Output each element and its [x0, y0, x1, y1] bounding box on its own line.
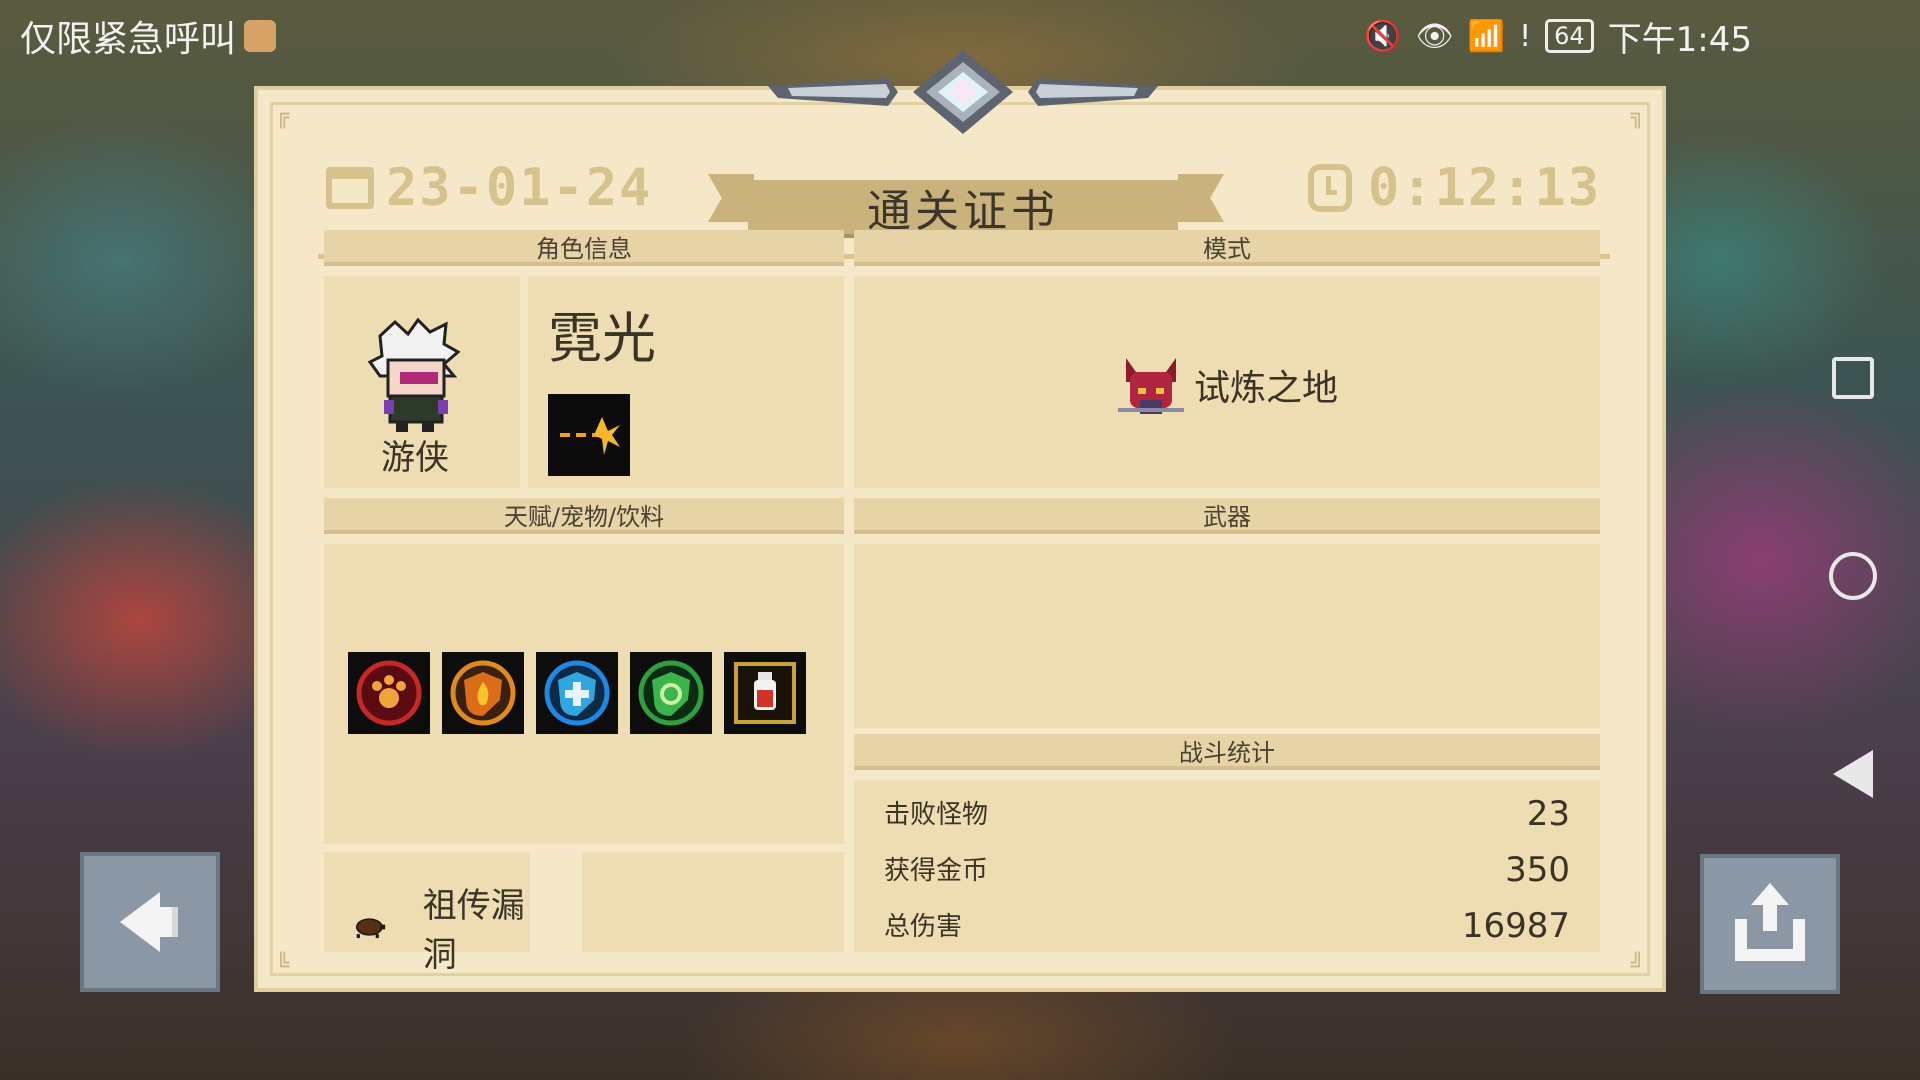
sim-card-icon	[244, 20, 277, 52]
character-section-header: 角色信息	[324, 230, 844, 266]
stat-value: 350	[1505, 850, 1570, 890]
stat-row: 总伤害 16987	[854, 906, 1600, 946]
eye-icon: 👁	[1415, 18, 1454, 54]
hero-panel: 游侠	[324, 276, 520, 488]
hero: 游侠	[360, 316, 470, 479]
mute-icon: 🔇	[1364, 18, 1402, 54]
bug-item: 祖传漏洞	[352, 878, 530, 976]
mode-panel: 试炼之地	[854, 276, 1600, 488]
carrier-text: 仅限紧急呼叫	[20, 19, 237, 60]
clock-icon	[1308, 164, 1352, 212]
calendar-icon	[326, 167, 374, 209]
skin-panel: 霓光	[528, 276, 844, 488]
clock: 下午1:45	[1607, 19, 1752, 60]
medic-shield-icon[interactable]	[536, 652, 618, 734]
combat-stats-panel: 击败怪物 23 获得金币 350 总伤害 16987	[854, 780, 1600, 952]
corner-ornament: ╝	[1630, 953, 1644, 978]
paw-talent-icon[interactable]	[348, 652, 430, 734]
clear-time: 0:12:13	[1368, 158, 1602, 218]
circle-icon	[1828, 552, 1877, 600]
talents-panel	[324, 544, 844, 844]
stat-row: 获得金币 350	[854, 850, 1600, 890]
corner-ornament: ╔	[276, 104, 290, 129]
green-shield-icon[interactable]	[630, 652, 712, 734]
status-right: 🔇 👁 📶 ! 64 下午1:45	[1364, 12, 1752, 61]
back-button[interactable]	[80, 852, 220, 992]
stat-value: 16987	[1461, 906, 1570, 946]
system-back-button[interactable]	[1829, 750, 1877, 798]
talents-section-header: 天赋/宠物/饮料	[324, 498, 844, 534]
share-button[interactable]	[1700, 854, 1840, 994]
home-button[interactable]	[1828, 552, 1877, 600]
weapons-section-header: 武器	[854, 498, 1600, 534]
recent-apps-button[interactable]	[1829, 354, 1877, 402]
wifi-icon: 📶	[1467, 18, 1506, 54]
stat-label: 总伤害	[884, 912, 963, 942]
square-icon	[1831, 357, 1874, 399]
combat-section-header: 战斗统计	[854, 734, 1600, 770]
skin-name: 霓光	[548, 307, 656, 370]
bug-label: 祖传漏洞	[422, 886, 525, 975]
skill-glyph	[560, 417, 620, 455]
back-arrow-icon	[120, 892, 178, 952]
hero-sprite-icon	[367, 317, 461, 432]
mode-item: 试炼之地	[1116, 352, 1338, 418]
time-group: 0:12:13	[1308, 158, 1601, 218]
talent-list	[348, 652, 806, 734]
stat-label: 击败怪物	[884, 800, 989, 830]
corner-ornament: ╚	[276, 953, 290, 978]
mode-section-header: 模式	[854, 230, 1600, 266]
dash-skill-icon	[548, 394, 630, 476]
stat-value: 23	[1526, 794, 1570, 834]
corner-ornament: ╗	[1630, 104, 1644, 129]
weapons-panel	[854, 544, 1600, 728]
triangle-back-icon	[1832, 750, 1873, 798]
potion-drink-icon[interactable]	[724, 652, 806, 734]
bug-panel: 祖传漏洞	[324, 852, 530, 975]
sim-alert-icon: !	[1519, 18, 1532, 54]
diamond-crest-icon	[768, 50, 1158, 134]
clear-date: 23-01-24	[386, 158, 653, 218]
demon-mode-icon	[1118, 358, 1184, 414]
stat-label: 获得金币	[884, 856, 989, 886]
date-group: 23-01-24	[326, 158, 652, 218]
status-left: 仅限紧急呼叫	[20, 10, 277, 62]
empty-slot-panel	[582, 852, 844, 952]
battery-icon: 64	[1545, 19, 1594, 53]
mode-name: 试炼之地	[1194, 368, 1339, 409]
fire-shield-icon[interactable]	[442, 652, 524, 734]
share-icon	[1735, 883, 1805, 961]
stat-row: 击败怪物 23	[854, 794, 1600, 834]
hero-class-name: 游侠	[381, 438, 449, 478]
battery-level: 64	[1554, 22, 1585, 50]
clear-certificate: ╔ ╗ ╚ ╝ 23-01-24 通关证书 0:12:13 角色信息 游侠 霓光…	[254, 50, 1666, 992]
banner-tail-right	[1178, 174, 1224, 222]
beetle-icon	[355, 918, 386, 939]
